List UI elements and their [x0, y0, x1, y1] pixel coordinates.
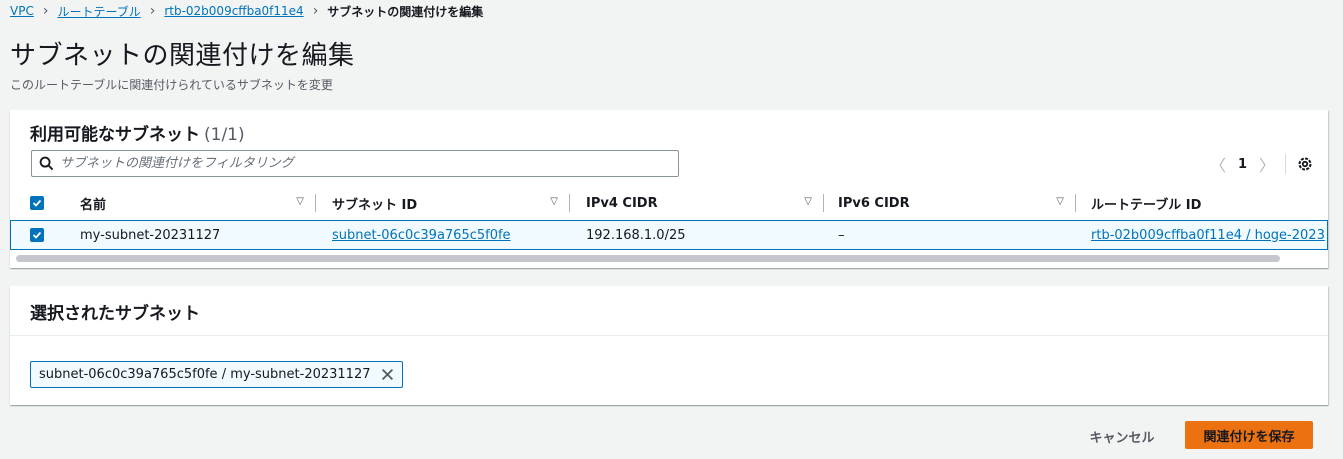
- sort-down-icon: ▽: [550, 196, 558, 207]
- available-subnets-panel: 利用可能なサブネット(1/1) 〈 1 〉 名前 ▽: [10, 110, 1328, 268]
- sort-down-icon: ▽: [296, 196, 304, 207]
- column-header-ipv4-cidr[interactable]: IPv4 CIDR ▽: [586, 188, 824, 218]
- check-icon: [32, 199, 42, 207]
- horizontal-scrollbar[interactable]: [14, 254, 1324, 262]
- ipv6-cidr-cell: –: [838, 227, 845, 243]
- close-icon[interactable]: [380, 368, 394, 382]
- subnet-filter[interactable]: [31, 150, 679, 177]
- selected-subnets-panel: 選択されたサブネット subnet-06c0c39a765c5f0fe / my…: [10, 286, 1328, 405]
- check-icon: [32, 231, 42, 239]
- column-divider: [569, 194, 570, 212]
- table-row[interactable]: my-subnet-20231127 subnet-06c0c39a765c5f…: [10, 220, 1328, 250]
- subnet-id-link[interactable]: subnet-06c0c39a765c5f0fe: [332, 228, 511, 243]
- row-checkbox[interactable]: [30, 228, 44, 242]
- column-divider: [823, 194, 824, 212]
- sort-down-icon: ▽: [1056, 196, 1064, 207]
- selected-subnet-token: subnet-06c0c39a765c5f0fe / my-subnet-202…: [30, 361, 404, 388]
- pagination: 〈 1 〉: [1208, 152, 1314, 176]
- column-header-subnet-id[interactable]: サブネット ID ▽: [332, 188, 570, 218]
- select-all-checkbox[interactable]: [30, 196, 44, 210]
- page-description: このルートテーブルに関連付けられているサブネットを変更: [10, 78, 333, 92]
- breadcrumb-route-tables-link[interactable]: ルートテーブル: [57, 3, 140, 20]
- save-associations-button[interactable]: 関連付けを保存: [1185, 421, 1313, 449]
- chevron-right-icon: ›: [42, 3, 49, 19]
- column-header-name[interactable]: 名前 ▽: [80, 188, 316, 218]
- table-header: 名前 ▽ サブネット ID ▽ IPv4 CIDR ▽ IPv6 CIDR ▽ …: [10, 188, 1328, 218]
- select-all-cell: [30, 188, 70, 218]
- pager-divider: [1285, 154, 1286, 174]
- column-divider: [1075, 194, 1076, 212]
- gear-icon[interactable]: [1296, 155, 1314, 173]
- available-subnets-heading: 利用可能なサブネット (1/1): [30, 120, 245, 145]
- subnet-filter-input[interactable]: [60, 156, 660, 171]
- route-table-id-link[interactable]: rtb-02b009cffba0f11e4 / hoge-2023: [1091, 228, 1325, 243]
- cancel-button[interactable]: キャンセル: [1072, 422, 1172, 450]
- horizontal-scrollbar-thumb[interactable]: [16, 255, 1280, 262]
- next-page-icon[interactable]: 〉: [1257, 152, 1277, 176]
- column-header-ipv6-cidr[interactable]: IPv6 CIDR ▽: [838, 188, 1076, 218]
- available-subnets-title: 利用可能なサブネット: [30, 125, 200, 145]
- breadcrumb-current: サブネットの関連付けを編集: [327, 4, 484, 19]
- row-select-cell: [30, 221, 70, 249]
- previous-page-icon[interactable]: 〈: [1208, 152, 1228, 176]
- chevron-right-icon: ›: [149, 3, 156, 19]
- column-header-route-table-id[interactable]: ルートテーブル ID: [1091, 188, 1328, 218]
- subnet-name-cell: my-subnet-20231127: [80, 227, 221, 243]
- breadcrumb-route-table-link[interactable]: rtb-02b009cffba0f11e4: [164, 4, 303, 18]
- sort-down-icon: ▽: [804, 196, 812, 207]
- subnet-id-cell: subnet-06c0c39a765c5f0fe: [332, 221, 572, 249]
- chevron-right-icon: ›: [312, 3, 319, 19]
- breadcrumb: VPC › ルートテーブル › rtb-02b009cffba0f11e4 › …: [10, 3, 483, 19]
- selected-subnet-token-label: subnet-06c0c39a765c5f0fe / my-subnet-202…: [39, 367, 371, 382]
- breadcrumb-vpc-link[interactable]: VPC: [10, 4, 34, 18]
- selected-subnets-header: 選択されたサブネット: [10, 286, 1328, 336]
- column-divider: [315, 194, 316, 212]
- subnets-table: 名前 ▽ サブネット ID ▽ IPv4 CIDR ▽ IPv6 CIDR ▽ …: [10, 188, 1328, 250]
- available-subnets-count: (1/1): [204, 125, 245, 145]
- current-page-number[interactable]: 1: [1238, 157, 1247, 172]
- ipv4-cidr-cell: 192.168.1.0/25: [586, 227, 686, 243]
- page-title: サブネットの関連付けを編集: [10, 41, 355, 71]
- selected-subnets-title: 選択されたサブネット: [30, 304, 200, 324]
- route-table-id-cell: rtb-02b009cffba0f11e4 / hoge-2023: [1091, 221, 1327, 249]
- search-icon: [38, 156, 54, 172]
